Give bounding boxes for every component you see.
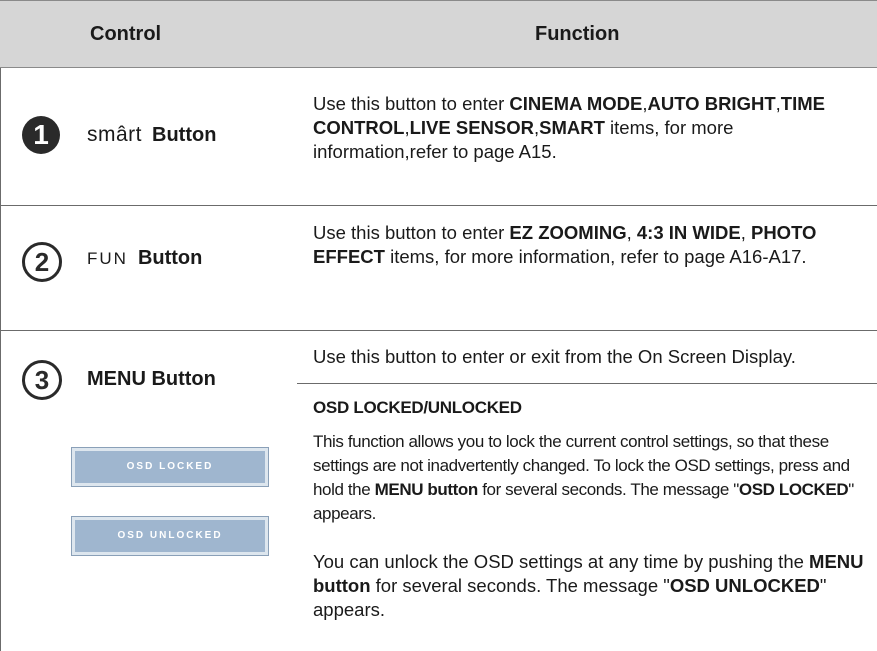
header-function: Function — [535, 23, 620, 45]
row-divider-1 — [0, 205, 877, 206]
page: Control Function 1 smârt Button Use this … — [0, 0, 877, 651]
function-smart: Use this button to enter CINEMA MODE,AUT… — [313, 93, 825, 162]
control-label: Button — [152, 124, 217, 146]
table-header: Control Function — [0, 0, 877, 68]
osd-locked-image: OSD LOCKED — [72, 448, 268, 486]
header-control: Control — [90, 23, 162, 45]
function-menu: Use this button to enter or exit from th… — [313, 346, 796, 367]
function-fun: Use this button to enter EZ ZOOMING, 4:3… — [313, 222, 817, 267]
row3-inner-divider — [297, 383, 877, 384]
osd-unlock-description: You can unlock the OSD settings at any t… — [313, 551, 864, 620]
table-left-border — [0, 68, 1, 651]
smart-logo-icon: smârt — [87, 123, 142, 146]
control-label: Button — [137, 247, 203, 269]
number-badge-3: 3 — [22, 360, 62, 400]
row-divider-2 — [0, 330, 877, 331]
fun-logo-icon: FUN — [87, 249, 128, 268]
control-menu-button: MENU Button — [87, 368, 216, 390]
osd-unlocked-image: OSD UNLOCKED — [72, 517, 268, 555]
control-smart-button: smârt Button — [87, 123, 216, 147]
osd-locked-unlocked-title: OSD LOCKED/UNLOCKED — [313, 398, 522, 417]
osd-lock-description: This function allows you to lock the cur… — [313, 432, 854, 523]
control-fun-button: FUN Button — [87, 247, 202, 270]
number-badge-2: 2 — [22, 242, 62, 282]
number-badge-1: 1 — [22, 116, 60, 154]
